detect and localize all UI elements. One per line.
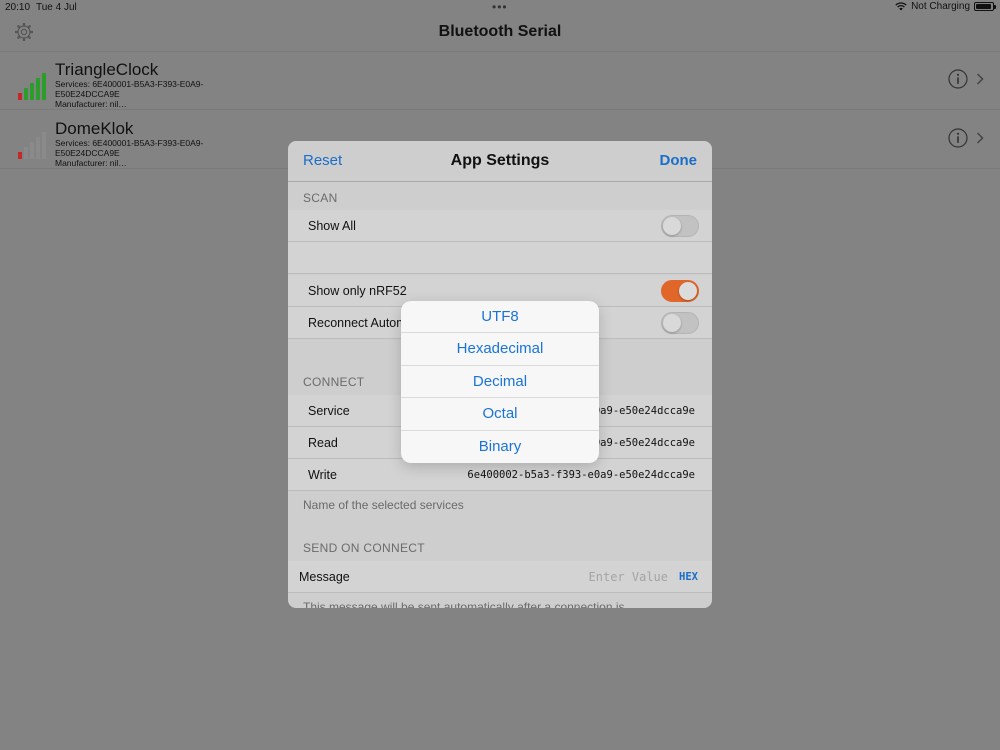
section-header-connect: CONNECT bbox=[303, 375, 365, 389]
status-time: 20:10 bbox=[5, 2, 31, 13]
service-uuid: e0a9-e50e24dcca9e bbox=[587, 405, 695, 417]
info-icon[interactable] bbox=[948, 128, 968, 148]
message-label: Message bbox=[299, 570, 350, 584]
battery-icon bbox=[974, 2, 996, 11]
done-button[interactable]: Done bbox=[660, 152, 698, 169]
reconnect-label: Reconnect Autom bbox=[308, 316, 407, 330]
message-row: Message Enter Value HEX bbox=[288, 561, 712, 593]
info-icon[interactable] bbox=[948, 69, 968, 89]
hex-format-button[interactable]: HEX bbox=[679, 571, 698, 583]
message-input[interactable]: Enter Value bbox=[589, 570, 668, 584]
device-name: TriangleClock bbox=[55, 60, 159, 79]
show-nrf52-toggle[interactable] bbox=[661, 280, 699, 302]
device-services-cont: E50E24DCCA9E bbox=[55, 148, 120, 158]
status-indicators: Not Charging bbox=[895, 1, 996, 12]
option-decimal[interactable]: Decimal bbox=[401, 366, 599, 399]
show-all-toggle[interactable] bbox=[661, 215, 699, 237]
send-footer: This message will be sent automatically … bbox=[303, 600, 625, 608]
device-name: DomeKlok bbox=[55, 119, 134, 138]
device-services: Services: 6E400001-B5A3-F393-E0A9- bbox=[55, 138, 204, 148]
navigation-bar: Bluetooth Serial bbox=[0, 16, 1000, 52]
format-picker-popover: UTF8 Hexadecimal Decimal Octal Binary bbox=[401, 301, 599, 463]
page-title: Bluetooth Serial bbox=[438, 23, 562, 40]
connect-footer: Name of the selected services bbox=[303, 498, 464, 512]
section-header-scan: SCAN bbox=[303, 191, 338, 205]
signal-strength-icon bbox=[18, 73, 46, 100]
option-octal[interactable]: Octal bbox=[401, 398, 599, 431]
multitasking-dots-icon[interactable]: ••• bbox=[492, 0, 508, 14]
device-details: Services: 6E400001-B5A3-F393-E0A9- E50E2… bbox=[55, 138, 203, 168]
service-label: Service bbox=[308, 404, 350, 418]
read-label: Read bbox=[308, 436, 338, 450]
option-hexadecimal[interactable]: Hexadecimal bbox=[401, 333, 599, 366]
modal-header: Reset App Settings Done bbox=[288, 141, 712, 182]
status-date: Tue 4 Jul bbox=[36, 2, 77, 13]
charging-status: Not Charging bbox=[911, 1, 970, 12]
option-utf8[interactable]: UTF8 bbox=[401, 301, 599, 334]
modal-title: App Settings bbox=[450, 152, 550, 169]
empty-row bbox=[288, 242, 712, 274]
show-all-label: Show All bbox=[308, 219, 356, 233]
device-details: Services: 6E400001-B5A3-F393-E0A9- E50E2… bbox=[55, 79, 203, 109]
show-nrf52-label: Show only nRF52 bbox=[308, 284, 407, 298]
reconnect-toggle[interactable] bbox=[661, 312, 699, 334]
device-row-triangleclock[interactable]: TriangleClock Services: 6E400001-B5A3-F3… bbox=[0, 51, 1000, 110]
device-manufacturer: Manufacturer: nil… bbox=[55, 99, 127, 109]
device-services: Services: 6E400001-B5A3-F393-E0A9- bbox=[55, 79, 204, 89]
device-services-cont: E50E24DCCA9E bbox=[55, 89, 120, 99]
status-bar: 20:10 Tue 4 Jul ••• Not Charging bbox=[0, 0, 1000, 16]
option-binary[interactable]: Binary bbox=[401, 431, 599, 463]
read-uuid: e0a9-e50e24dcca9e bbox=[587, 437, 695, 449]
device-manufacturer: Manufacturer: nil… bbox=[55, 158, 127, 168]
write-uuid: 6e400002-b5a3-f393-e0a9-e50e24dcca9e bbox=[467, 469, 695, 481]
chevron-right-icon[interactable] bbox=[976, 73, 984, 85]
signal-strength-icon bbox=[18, 132, 46, 159]
wifi-icon bbox=[895, 2, 907, 11]
reset-button[interactable]: Reset bbox=[303, 152, 342, 169]
section-header-send-on-connect: SEND ON CONNECT bbox=[303, 541, 425, 555]
write-label: Write bbox=[308, 468, 337, 482]
show-all-row: Show All bbox=[288, 210, 712, 242]
write-row[interactable]: Write 6e400002-b5a3-f393-e0a9-e50e24dcca… bbox=[288, 459, 712, 491]
chevron-right-icon[interactable] bbox=[976, 132, 984, 144]
